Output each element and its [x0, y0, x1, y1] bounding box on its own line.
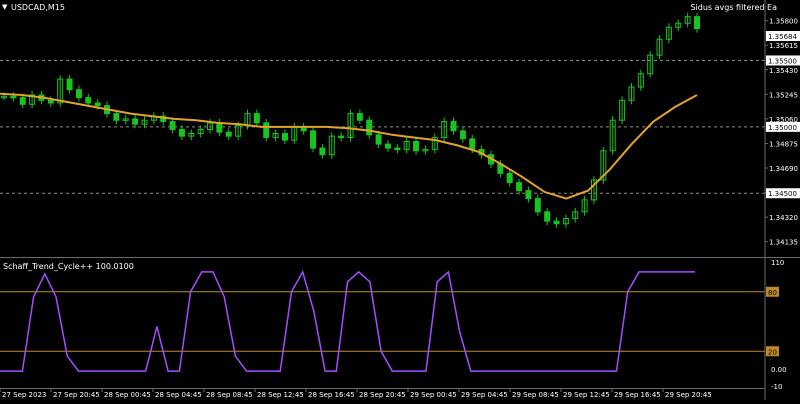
time-tick-label: 27 Sep 20:45	[53, 391, 100, 399]
candle-body	[459, 130, 466, 140]
candle-body	[356, 113, 363, 121]
candle-body	[94, 102, 101, 107]
price-tick-label: 1.35245	[769, 91, 798, 99]
moving-average-line	[0, 92, 698, 200]
candle-body	[553, 220, 560, 225]
time-tick-label: 29 Sep 04:45	[461, 391, 508, 399]
price-tick-label: 1.35615	[769, 42, 798, 50]
candle-body	[534, 198, 541, 213]
candle-body	[375, 134, 382, 145]
time-tick-label: 29 Sep 16:45	[614, 391, 661, 399]
symbol-timeframe-title[interactable]: USDCAD,M15	[11, 3, 65, 12]
candle-body	[281, 132, 288, 141]
time-tick-label: 28 Sep 08:45	[206, 391, 253, 399]
price-marker-label: 1.34500	[768, 190, 797, 198]
price-marker-label: 1.35684	[768, 33, 797, 41]
candle-body	[469, 138, 476, 150]
candle-body	[10, 95, 17, 99]
oscillator-tick-label: 0.00	[771, 366, 787, 374]
time-tick-label: 28 Sep 16:45	[308, 391, 355, 399]
candle-body	[85, 97, 92, 104]
candle-body	[384, 143, 391, 149]
candle-body	[178, 129, 185, 137]
price-tick-label: 1.34690	[769, 165, 798, 173]
candle-body	[338, 135, 345, 139]
candle-body	[506, 172, 513, 184]
price-tick-label: 1.34875	[769, 140, 798, 148]
price-tick-label: 1.34135	[769, 239, 798, 247]
oscillator-level-label: 80	[768, 289, 777, 297]
time-tick-label: 29 Sep 00:45	[410, 391, 457, 399]
indicator-name-label: Sidus avgs filtered Ea	[690, 3, 777, 12]
candle-body	[516, 182, 523, 192]
candle-body	[544, 211, 551, 222]
oscillator-level-label: 20	[768, 348, 777, 356]
candle-body	[113, 113, 120, 121]
time-tick-label: 27 Sep 2023	[2, 391, 46, 399]
price-marker-label: 1.35000	[768, 124, 797, 132]
price-tick-label: 1.34320	[769, 214, 798, 222]
time-tick-label: 28 Sep 04:45	[155, 391, 202, 399]
time-tick-label: 28 Sep 12:45	[257, 391, 304, 399]
candle-body	[225, 131, 232, 137]
candle-body	[694, 16, 700, 30]
candle-body	[319, 147, 326, 156]
symbol-dropdown-icon[interactable]: ▼	[2, 3, 7, 11]
candle-body	[413, 140, 420, 152]
candle-body	[253, 113, 260, 124]
time-tick-label: 29 Sep 20:45	[665, 391, 712, 399]
price-tick-label: 1.35800	[769, 18, 798, 26]
trading-chart[interactable]: 1.35800 1.35615 1.35430 1.35245 1.35060 1.348…	[0, 0, 800, 400]
oscillator-tick-label: 110	[771, 259, 784, 267]
time-tick-label: 28 Sep 00:45	[104, 391, 151, 399]
oscillator-line	[0, 269, 695, 372]
price-tick-label: 1.35430	[769, 67, 798, 75]
time-tick-label: 29 Sep 08:45	[512, 391, 559, 399]
candle-body	[366, 119, 373, 136]
candle-body	[66, 78, 73, 91]
candle-body	[216, 122, 223, 133]
candle-body	[169, 121, 176, 131]
candle-body	[19, 97, 26, 105]
chart-canvas[interactable]: 1.358001.356151.354301.352451.350601.348…	[0, 0, 800, 400]
oscillator-title: Schaff_Trend_Cycle++ 100.0100	[3, 262, 134, 271]
time-tick-label: 28 Sep 20:45	[359, 391, 406, 399]
candle-body	[394, 147, 401, 151]
candle-body	[525, 190, 532, 200]
price-marker-label: 1.35500	[768, 57, 797, 65]
candle-body	[75, 89, 82, 99]
candle-body	[132, 118, 139, 125]
candle-body	[263, 122, 270, 138]
candle-body	[450, 121, 457, 132]
oscillator-tick-label: -10	[771, 383, 782, 391]
time-tick-label: 29 Sep 12:45	[563, 391, 610, 399]
candle-body	[310, 130, 317, 149]
candle-body	[47, 99, 54, 104]
